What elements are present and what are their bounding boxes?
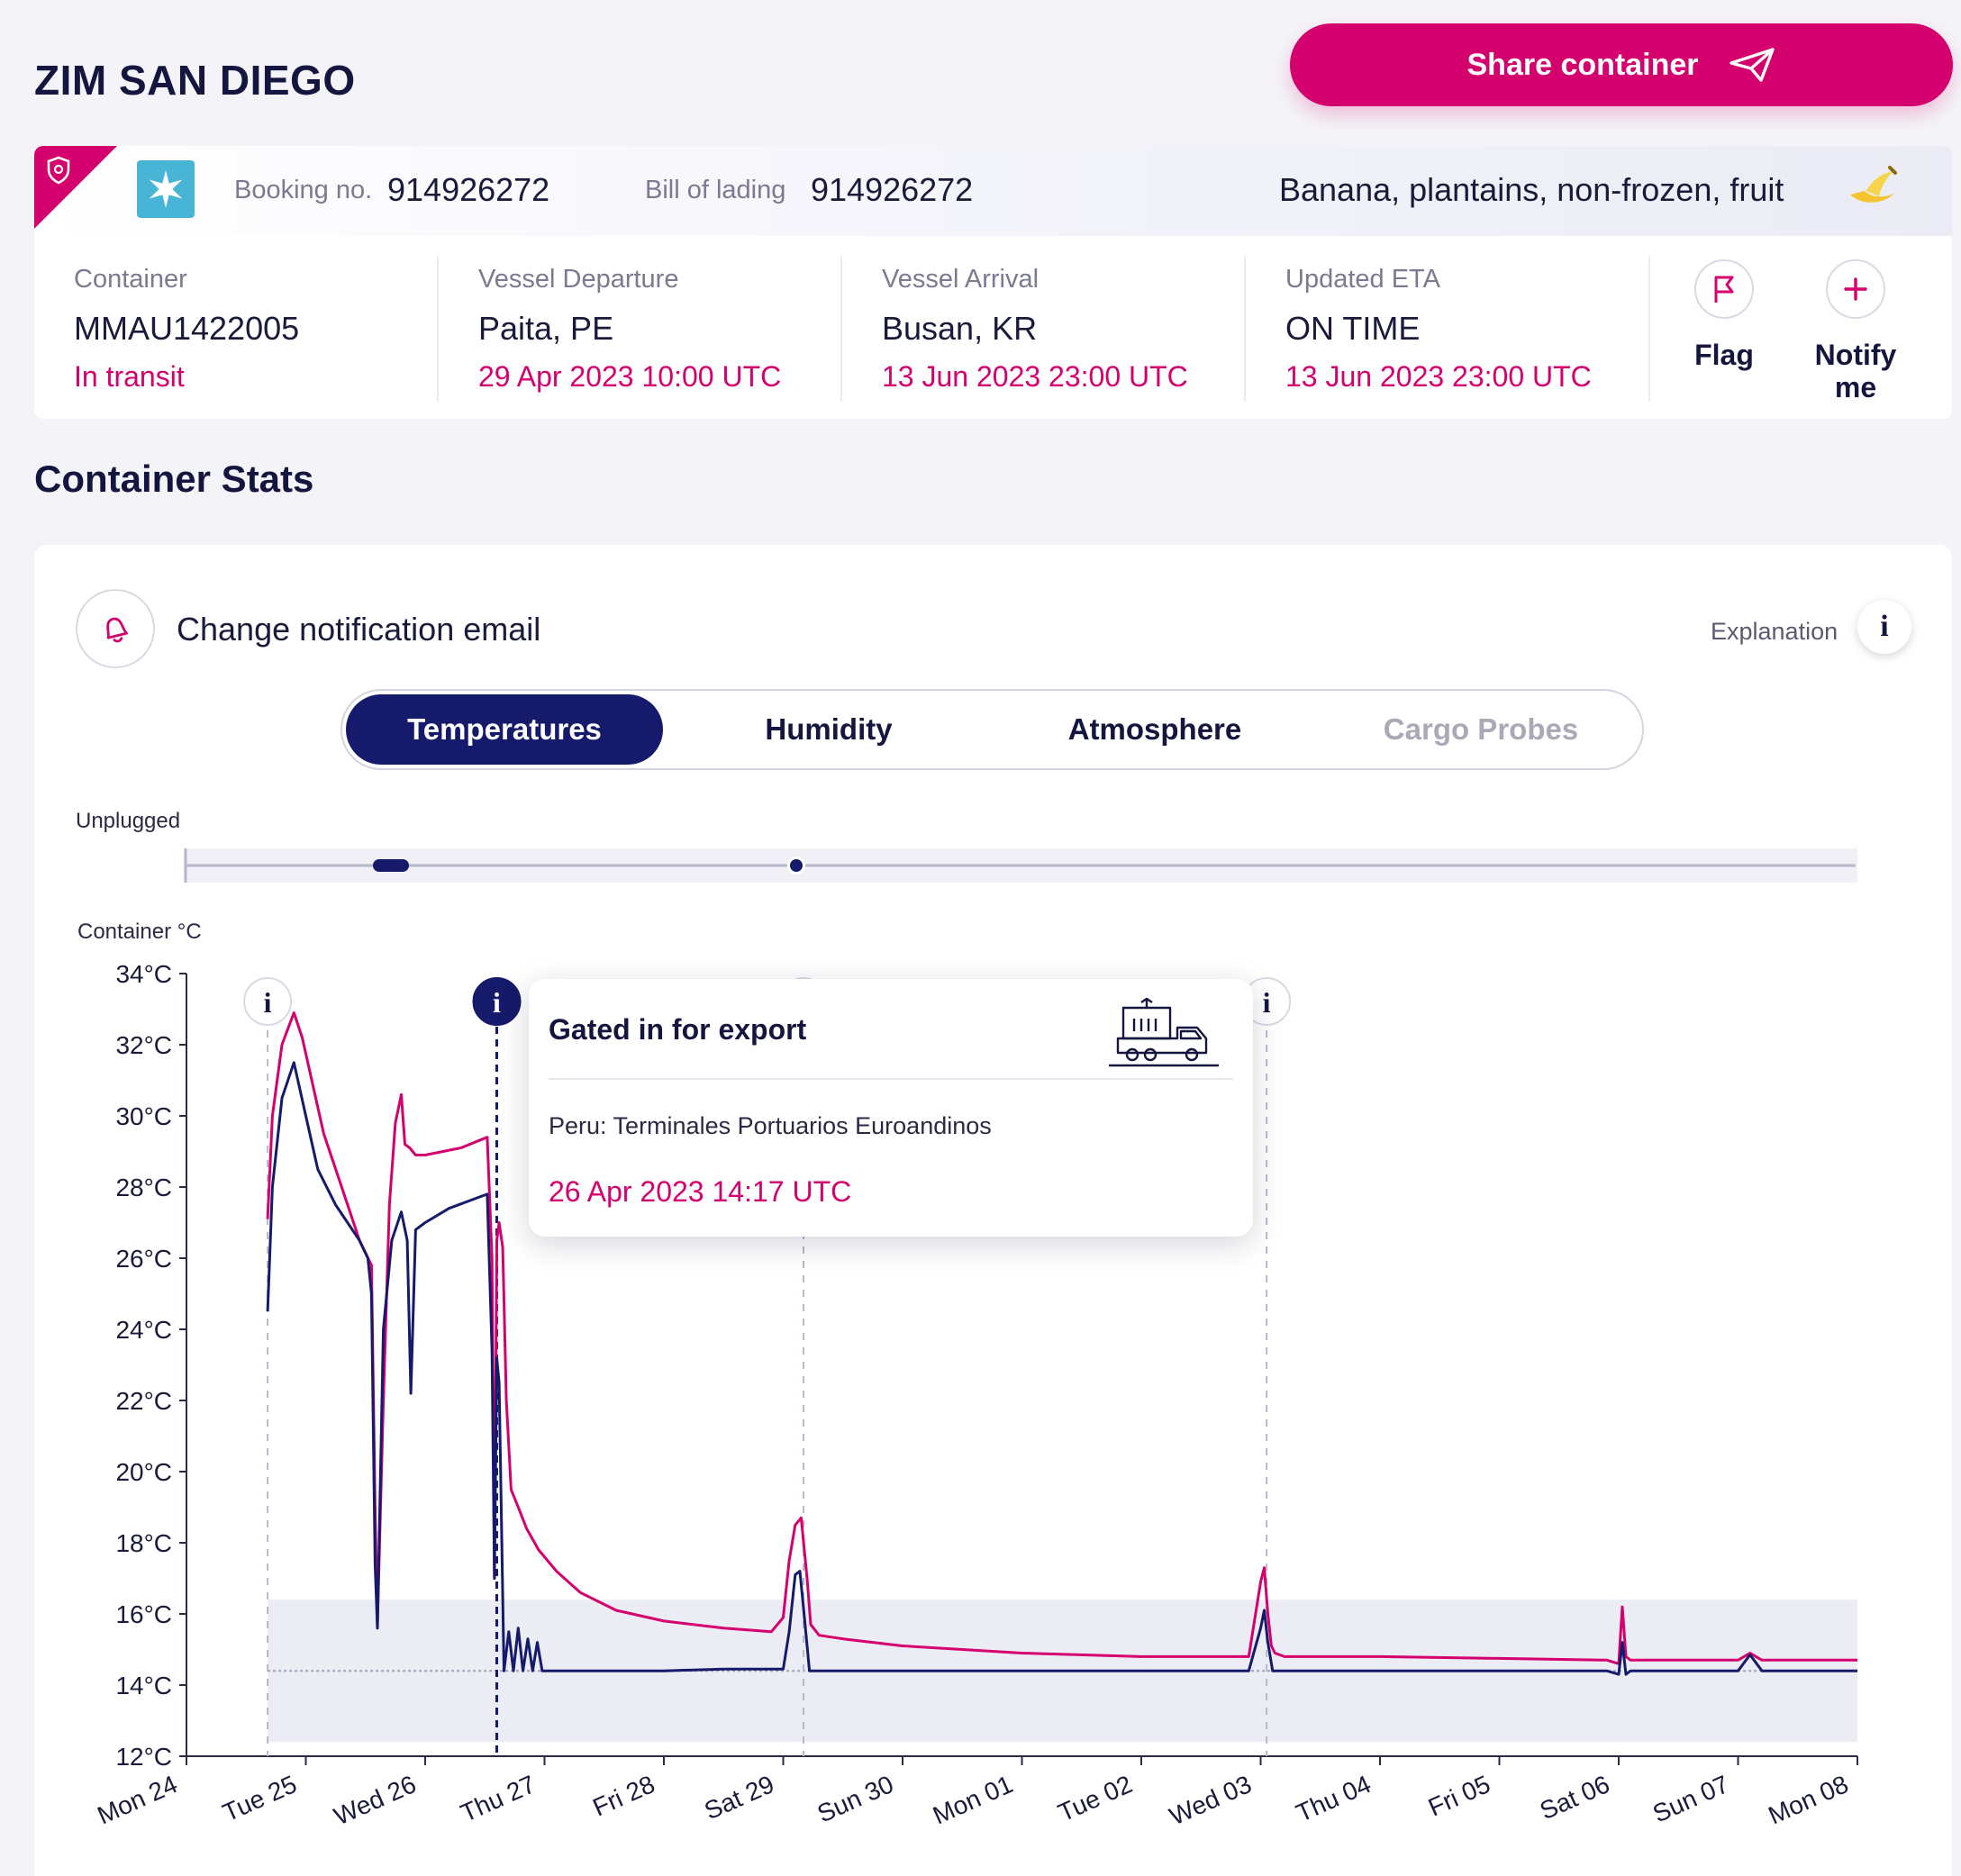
x-tick-label: Sat 29 [700,1770,778,1825]
info-icon-glyph: i [493,986,501,1019]
tooltip-title: Gated in for export [549,1013,807,1046]
info-icon-glyph: i [1263,986,1271,1019]
y-tick-label: 16°C [115,1600,172,1628]
y-tick-label: 28°C [115,1174,172,1201]
x-tick-label: Fri 28 [588,1770,658,1821]
info-icon-glyph: i [264,986,272,1019]
y-tick-label: 14°C [115,1672,172,1699]
x-tick-label: Fri 05 [1424,1770,1494,1821]
x-tick-label: Tue 02 [1054,1770,1136,1826]
x-tick-label: Thu 27 [457,1770,540,1827]
event-tooltip: Gated in for export Peru: Terminales Por… [529,979,1253,1237]
y-tick-label: 18°C [115,1529,172,1557]
y-tick-label: 12°C [115,1743,172,1771]
tooltip-time: 26 Apr 2023 14:17 UTC [549,1175,852,1208]
x-tick-label: Tue 25 [219,1770,301,1826]
x-tick-label: Sat 06 [1536,1770,1614,1825]
tooltip-location: Peru: Terminales Portuarios Euroandinos [549,1112,992,1139]
truck-icon [1109,997,1219,1067]
y-tick-label: 24°C [115,1316,172,1344]
y-tick-label: 20°C [115,1458,172,1486]
x-tick-label: Wed 03 [1166,1770,1256,1830]
x-tick-label: Mon 01 [929,1770,1017,1829]
y-tick-label: 26°C [115,1245,172,1273]
tooltip-divider [549,1078,1233,1080]
x-tick-label: Thu 04 [1292,1770,1375,1827]
x-tick-label: Mon 08 [1765,1770,1853,1829]
y-tick-label: 30°C [115,1102,172,1130]
x-tick-label: Mon 24 [94,1770,182,1829]
y-tick-label: 34°C [115,960,172,988]
event-marker-icon[interactable]: i [243,977,293,1026]
x-tick-label: Sun 07 [1648,1770,1733,1827]
temperature-chart: 12°C 14°C 16°C 18°C 20°C 22°C 24°C 26°C 28°C 30°C… [94,960,1858,1831]
x-tick-label: Sun 30 [813,1770,898,1827]
event-marker-icon[interactable]: i [472,977,522,1026]
x-tick-label: Wed 26 [330,1770,420,1830]
y-tick-label: 32°C [115,1031,172,1059]
y-tick-label: 22°C [115,1387,172,1415]
